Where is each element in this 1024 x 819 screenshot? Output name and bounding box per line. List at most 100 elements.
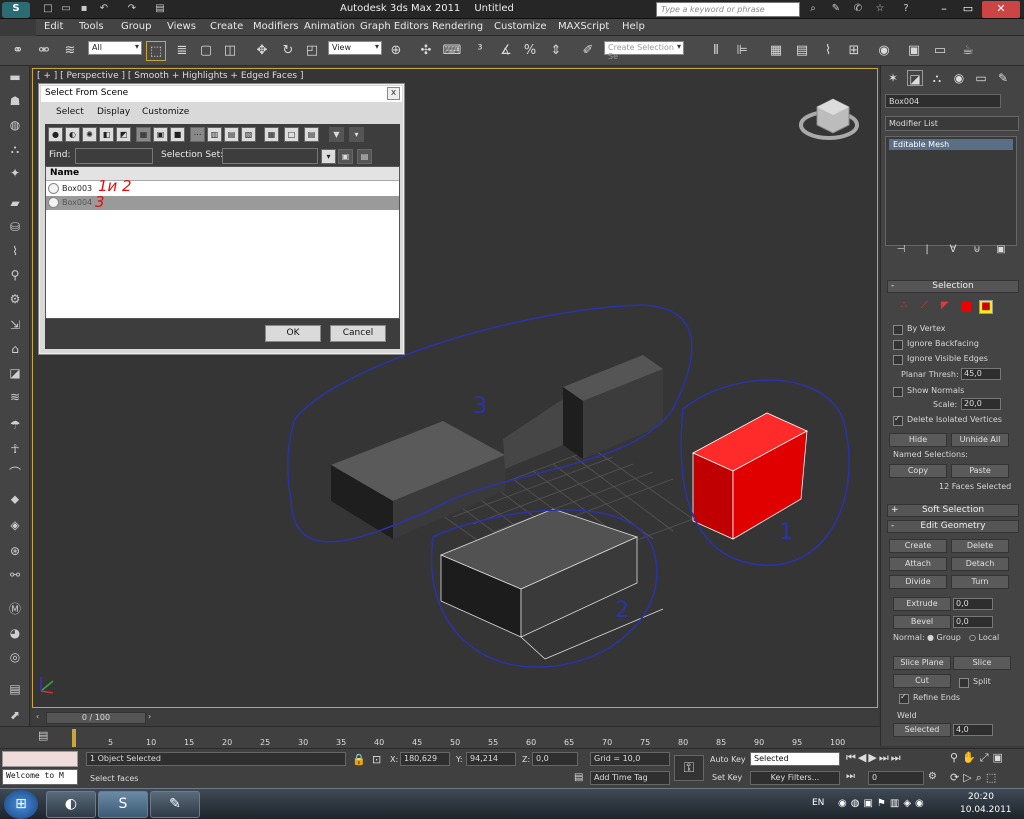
rotate-icon[interactable]: ↻ (278, 41, 298, 61)
viewport-orbit-controls[interactable]: ⟳▷⌕⬚ (950, 771, 1000, 785)
help-icon[interactable]: ? (898, 2, 914, 16)
bevel-button[interactable]: Bevel (893, 615, 951, 629)
find-input[interactable] (75, 148, 153, 164)
select-none-icon[interactable]: □ (284, 127, 299, 142)
vertex-level-icon[interactable]: ∴ (901, 300, 907, 311)
scale-icon[interactable]: ◰ (302, 41, 322, 61)
dialog-menu-customize[interactable]: Customize (142, 107, 189, 117)
modifier-list-dropdown[interactable]: Modifier List (885, 116, 1019, 131)
close-button[interactable]: ✕ (982, 1, 1020, 18)
time-slider[interactable]: ‹ 0 / 100 › (32, 710, 878, 726)
tool-icon-14[interactable]: ≋ (5, 388, 25, 406)
polygon-level-icon[interactable] (961, 302, 971, 312)
time-tag-icon[interactable]: ▤ (574, 772, 583, 783)
show-end-result-icon[interactable]: | (919, 242, 935, 258)
menu-tools[interactable]: Tools (79, 21, 104, 32)
pivot-center-icon[interactable]: ⊕ (386, 41, 406, 61)
selection-set-arrow-icon[interactable]: ▾ (321, 149, 336, 164)
maxscript-listener-field[interactable]: Welcome to M (2, 769, 78, 785)
object-name-field[interactable]: Box004 (885, 94, 1001, 108)
key-mode-toggle-icon[interactable]: ⏭ (846, 771, 855, 782)
redo-icon[interactable]: ↷ (124, 2, 140, 16)
display-cameras-icon[interactable]: ◧ (99, 127, 114, 142)
planar-thresh-spinner[interactable]: 45,0 (961, 368, 1001, 380)
display-frozen-icon[interactable]: ▤ (224, 127, 239, 142)
weld-selected-button[interactable]: Selected (893, 723, 951, 737)
tool-icon-25[interactable]: ▤ (5, 680, 25, 698)
spinner-snap-icon[interactable]: ⇕ (546, 41, 566, 61)
turn-button[interactable]: Turn (951, 575, 1009, 589)
angle-snap-icon[interactable]: ∡ (496, 41, 516, 61)
open-file-icon[interactable]: ▭ (58, 2, 74, 16)
clock-date[interactable]: 10.04.2011 (960, 805, 1012, 815)
slice-button[interactable]: Slice (953, 656, 1011, 670)
tool-icon-21[interactable]: ⚯ (5, 566, 25, 584)
curve-editor-icon[interactable]: ⌇ (818, 41, 838, 61)
material-editor-icon[interactable]: ◉ (874, 41, 894, 61)
create-button[interactable]: Create (889, 539, 947, 553)
slice-plane-button[interactable]: Slice Plane (893, 656, 951, 670)
key-mode-dropdown[interactable]: Selected (750, 752, 840, 766)
selection-filter-dropdown[interactable]: All (88, 41, 142, 55)
edge-level-icon[interactable]: ⟋ (921, 300, 928, 311)
hide-button[interactable]: Hide (889, 433, 947, 447)
by-vertex-checkbox[interactable]: By Vertex (893, 324, 945, 335)
list-item-selected[interactable]: Box004 3 (46, 193, 399, 211)
soft-selection-rollout-header[interactable]: + Soft Selection (887, 504, 1019, 517)
menu-animation[interactable]: Animation (304, 21, 355, 32)
reference-coord-dropdown[interactable]: View (328, 41, 382, 55)
menu-rendering[interactable]: Rendering (432, 21, 483, 32)
set-key-button[interactable]: Set Key (712, 773, 742, 782)
tool-icon-17[interactable]: ⌒ (5, 464, 25, 482)
display-xrefs-icon[interactable]: ■ (170, 127, 185, 142)
display-groups-icon[interactable]: ▣ (153, 127, 168, 142)
attach-button[interactable]: Attach (889, 557, 947, 571)
tray-icons[interactable]: ◉◍▣⚑▥◈◉ (838, 798, 928, 809)
key-filters-button[interactable]: Key Filters... (750, 771, 840, 785)
track-bar[interactable]: ▤ 5 10 15 20 25 30 35 40 45 50 55 60 65 70 75 80 85 90 95 1… (0, 726, 880, 748)
render-setup-icon[interactable]: ▣ (904, 41, 924, 61)
search-input[interactable]: Type a keyword or phrase (656, 2, 800, 17)
tool-icon-18[interactable]: ⬥ (5, 490, 25, 508)
make-unique-icon[interactable]: ∀ (945, 242, 961, 258)
menu-edit[interactable]: Edit (44, 21, 63, 32)
minimize-button[interactable]: – (934, 1, 954, 18)
display-lights-icon[interactable]: ✺ (82, 127, 97, 142)
extrude-button[interactable]: Extrude (893, 597, 951, 611)
start-button[interactable]: ⊞ (4, 790, 38, 819)
rect-selection-icon[interactable]: ▢ (196, 41, 216, 61)
window-crossing-icon[interactable]: ◫ (220, 41, 240, 61)
tool-icon-24[interactable]: ◎ (5, 648, 25, 666)
communication-icon[interactable]: ✆ (850, 2, 866, 16)
tool-icon-19[interactable]: ◈ (5, 516, 25, 534)
add-time-tag-button[interactable]: Add Time Tag (590, 771, 670, 785)
menu-views[interactable]: Views (167, 21, 196, 32)
y-coordinate-field[interactable]: 94,214 (466, 752, 516, 766)
mini-curve-editor-icon[interactable]: ▤ (38, 729, 58, 745)
stack-item-editable-mesh[interactable]: Editable Mesh (889, 139, 1013, 150)
tool-icon-8[interactable]: ⌇ (5, 242, 25, 260)
delete-isolated-checkbox[interactable]: Delete Isolated Vertices (893, 414, 1002, 426)
app-logo-icon[interactable]: S (2, 2, 30, 18)
show-normals-checkbox[interactable]: Show Normals (893, 386, 964, 397)
x-coordinate-field[interactable]: 180,629 (400, 752, 450, 766)
link-icon[interactable]: ⚭ (8, 41, 28, 61)
lock-selection-icon[interactable]: 🔒 (352, 753, 366, 766)
display-containers-icon[interactable]: ▥ (207, 127, 222, 142)
menu-group[interactable]: Group (121, 21, 151, 32)
filter-options-icon[interactable]: ▾ (349, 127, 364, 142)
tool-icon-10[interactable]: ⚙ (5, 290, 25, 308)
display-tab-icon[interactable]: ▭ (973, 70, 989, 86)
menu-modifiers[interactable]: Modifiers (253, 21, 299, 32)
next-frame-icon[interactable]: › (148, 712, 158, 724)
unhide-all-button[interactable]: Unhide All (951, 433, 1009, 447)
normal-group-radio[interactable]: ● Group (927, 633, 961, 642)
project-folder-icon[interactable]: ▤ (152, 2, 168, 16)
subscription-icon[interactable]: ✎ (828, 2, 844, 16)
tool-icon-6[interactable]: ▰ (5, 194, 25, 212)
clock-time[interactable]: 20:20 (968, 792, 994, 802)
tool-icon-26[interactable]: ⬈ (5, 706, 25, 724)
menu-create[interactable]: Create (210, 21, 243, 32)
split-checkbox[interactable]: Split (959, 677, 991, 688)
refine-ends-checkbox[interactable]: Refine Ends (899, 692, 960, 704)
